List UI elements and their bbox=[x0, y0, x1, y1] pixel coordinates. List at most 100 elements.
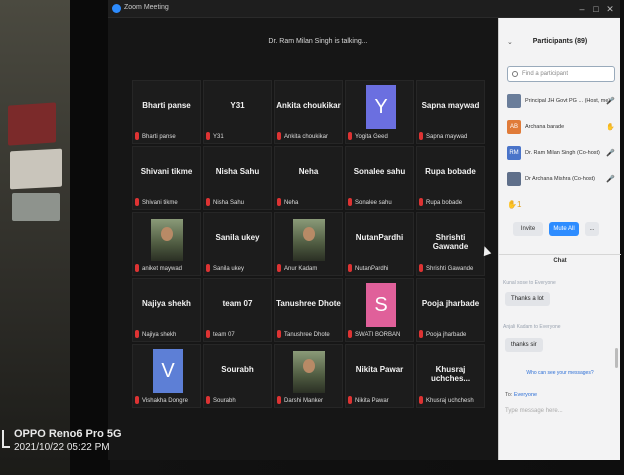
participant-display-name: Sanila ukey bbox=[215, 233, 260, 242]
participant-video bbox=[151, 219, 183, 261]
participant-name-label: NutanPardhi bbox=[348, 266, 388, 272]
chat-message: thanks sir bbox=[505, 338, 543, 352]
title-bar: Zoom Meeting – □ ✕ bbox=[108, 0, 620, 18]
participant-name-label: Bharti panse bbox=[135, 134, 176, 140]
avatar: Y bbox=[366, 85, 396, 129]
participant-name-text: Yogita Geed bbox=[355, 134, 388, 140]
video-tile[interactable]: Najiya shekh Najiya shekh bbox=[132, 278, 201, 342]
participant-name-label: Anur Kadam bbox=[277, 266, 317, 272]
video-tile[interactable]: Tanushree Dhote Tanushree Dhote bbox=[274, 278, 343, 342]
face bbox=[161, 227, 173, 241]
participant-display-name: Neha bbox=[298, 167, 319, 176]
participant-name-text: Sanila ukey bbox=[213, 266, 245, 272]
participant-name-label: Yogita Geed bbox=[348, 134, 388, 140]
video-tile[interactable]: Sourabh Sourabh bbox=[203, 344, 272, 408]
participant-name-text: SWATI BORBAN bbox=[355, 332, 401, 338]
participant-name-text: Shrishti Gawande bbox=[426, 266, 474, 272]
participant-name-label: Shrishti Gawande bbox=[419, 266, 473, 272]
video-tile[interactable]: Shrishti Gawande Shrishti Gawande bbox=[416, 212, 485, 276]
video-tile[interactable]: Sonalee sahu Sonalee sahu bbox=[345, 146, 414, 210]
close-button[interactable]: ✕ bbox=[604, 3, 616, 15]
participant-row[interactable]: AB Archana barade ✋ bbox=[507, 120, 615, 136]
who-can-see-link[interactable]: Who can see your messages? bbox=[499, 370, 621, 376]
chat-recipient-select[interactable]: To: Everyone bbox=[505, 392, 537, 398]
participant-name-text: Rupa bobade bbox=[426, 200, 463, 206]
participant-display-name: Sourabh bbox=[221, 365, 254, 374]
video-tile[interactable]: aniket maywad bbox=[132, 212, 201, 276]
video-row: aniket maywad Sanila ukey Sanila ukey Anur … bbox=[132, 212, 485, 276]
video-tile[interactable]: Rupa bobade Rupa bobade bbox=[416, 146, 485, 210]
participant-display-name: Shrishti Gawande bbox=[432, 233, 469, 251]
video-tile[interactable]: V Vishakha Dongre bbox=[132, 344, 201, 408]
search-placeholder: Find a participant bbox=[522, 71, 569, 77]
video-tile[interactable]: Sanila ukey Sanila ukey bbox=[203, 212, 272, 276]
video-tile[interactable]: Nisha Sahu Nisha Sahu bbox=[203, 146, 272, 210]
video-tile[interactable]: Shivani tikme Shivani tikme bbox=[132, 146, 201, 210]
to-value: Everyone bbox=[513, 392, 538, 398]
participant-display-name: Pooja jharbade bbox=[421, 299, 480, 308]
room-shelf bbox=[0, 0, 72, 475]
chat-message-input[interactable]: Type message here... bbox=[505, 408, 563, 414]
participants-title: Participants (89) bbox=[532, 38, 588, 45]
zoom-logo-icon bbox=[112, 4, 121, 13]
video-tile[interactable]: Darshi Manker bbox=[274, 344, 343, 408]
participant-name-label: Rupa bobade bbox=[419, 200, 462, 206]
video-tile[interactable]: Bharti panse Bharti panse bbox=[132, 80, 201, 144]
participant-display-name: Nisha Sahu bbox=[215, 167, 260, 176]
participant-name-text: Neha bbox=[284, 200, 299, 206]
participant-name-label: Darshi Manker bbox=[277, 398, 323, 404]
participant-name-text: aniket maywad bbox=[142, 266, 183, 272]
participant-display-name: Y31 bbox=[230, 101, 245, 110]
participant-name-text: Sapna maywad bbox=[426, 134, 468, 140]
participant-name-text: Tanushree Dhote bbox=[284, 332, 330, 338]
avatar: S bbox=[366, 283, 396, 327]
participant-name-label: Neha bbox=[277, 200, 298, 206]
participant-row[interactable]: Dr Archana Mishra (Co-host) 🎤 bbox=[507, 172, 615, 188]
participant-name-text: Sonalee sahu bbox=[355, 200, 392, 206]
video-tile[interactable]: Y31 Y31 bbox=[203, 80, 272, 144]
video-tile[interactable]: Sapna maywad Sapna maywad bbox=[416, 80, 485, 144]
participant-name-label: aniket maywad bbox=[135, 266, 182, 272]
participant-name: Principal JH Govt PG ... (Host, me) bbox=[525, 98, 611, 104]
participant-name-text: Y31 bbox=[213, 134, 224, 140]
participant-name-text: Anur Kadam bbox=[284, 266, 318, 272]
participant-display-name: Sonalee sahu bbox=[353, 167, 406, 176]
participant-name-text: Sourabh bbox=[213, 398, 236, 404]
participant-display-name: Nikita Pawar bbox=[355, 365, 404, 374]
hand-count: 1 bbox=[516, 200, 522, 209]
video-tile[interactable]: Nikita Pawar Nikita Pawar bbox=[345, 344, 414, 408]
video-tile[interactable]: Neha Neha bbox=[274, 146, 343, 210]
face bbox=[303, 227, 315, 241]
more-button[interactable]: ... bbox=[585, 222, 599, 236]
video-tile[interactable]: team 07 team 07 bbox=[203, 278, 272, 342]
participant-row[interactable]: Principal JH Govt PG ... (Host, me) 🎤 bbox=[507, 94, 615, 110]
face bbox=[303, 359, 315, 373]
mute-all-button[interactable]: Mute All bbox=[549, 222, 579, 236]
video-tile[interactable]: S SWATI BORBAN bbox=[345, 278, 414, 342]
video-tile[interactable]: Khusraj uchches... Khusraj uchchesh bbox=[416, 344, 485, 408]
participant-name-text: Nikita Pawar bbox=[355, 398, 389, 404]
participant-search-input[interactable]: Find a participant bbox=[507, 66, 615, 82]
video-tile[interactable]: Y Yogita Geed bbox=[345, 80, 414, 144]
participant-name-text: team 07 bbox=[213, 332, 235, 338]
camera-brand: OPPO Reno6 Pro 5G bbox=[14, 428, 122, 440]
participant-row[interactable]: RM Dr. Ram Milan Singh (Co-host) 🎤 bbox=[507, 146, 615, 162]
participant-name-label: Nikita Pawar bbox=[348, 398, 389, 404]
minimize-button[interactable]: – bbox=[576, 3, 588, 15]
participant-display-name: team 07 bbox=[222, 299, 253, 308]
participant-name: Archana barade bbox=[525, 124, 565, 130]
active-speaker-indicator: Dr. Ram Milan Singh is talking... bbox=[268, 38, 368, 45]
mic-muted-icon: 🎤 bbox=[606, 176, 615, 183]
video-row: Najiya shekh Najiya shekh team 07 team 07 Ta… bbox=[132, 278, 485, 342]
video-tile[interactable]: Pooja jharbade Pooja jharbade bbox=[416, 278, 485, 342]
chat-scrollbar[interactable] bbox=[615, 348, 618, 368]
avatar: V bbox=[153, 349, 183, 393]
video-tile[interactable]: Anur Kadam bbox=[274, 212, 343, 276]
invite-button[interactable]: Invite bbox=[513, 222, 543, 236]
participant-name-text: Shivani tikme bbox=[142, 200, 178, 206]
video-tile[interactable]: NutanPardhi NutanPardhi bbox=[345, 212, 414, 276]
participant-display-name: Rupa bobade bbox=[425, 167, 476, 176]
maximize-button[interactable]: □ bbox=[590, 3, 602, 15]
mic-muted-icon: 🎤 bbox=[606, 150, 615, 157]
video-tile[interactable]: Ankita choukikar Ankita choukikar bbox=[274, 80, 343, 144]
